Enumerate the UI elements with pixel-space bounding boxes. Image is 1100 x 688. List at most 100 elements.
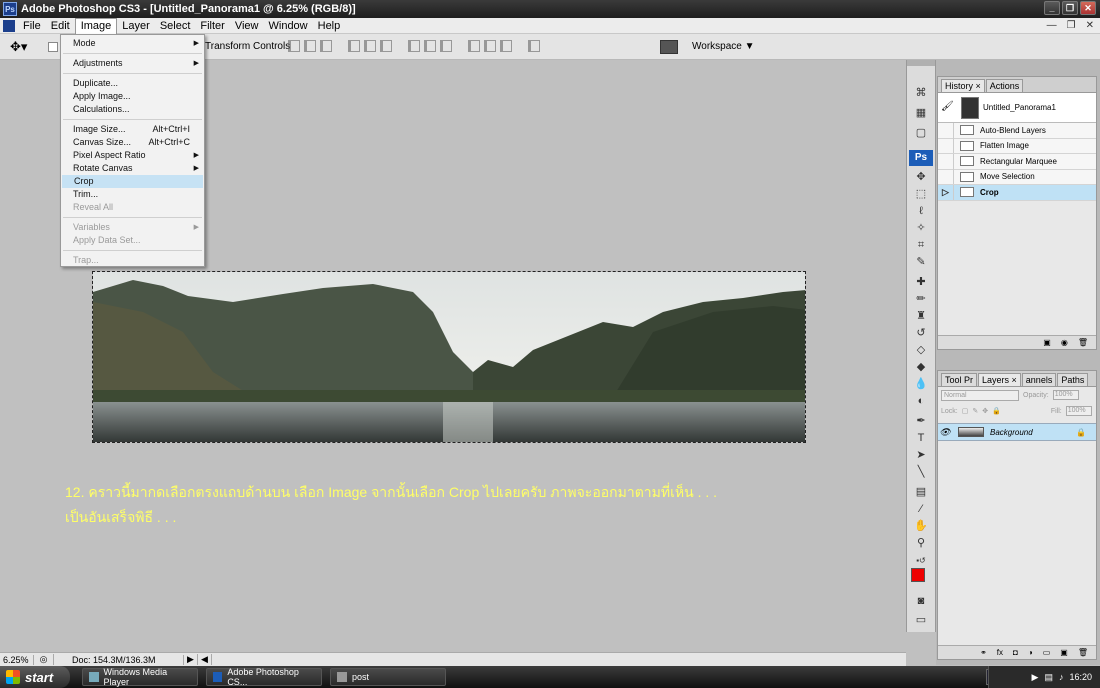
magic-wand-tool-icon[interactable]: ✧ <box>913 221 929 235</box>
task-media-player[interactable]: Windows Media Player <box>82 667 198 687</box>
menu-item-pixel-aspect-ratio[interactable]: Pixel Aspect Ratio ▶ <box>61 149 204 162</box>
tray-network-icon[interactable]: ▤ <box>1044 672 1053 683</box>
fill-field[interactable]: 100% <box>1065 406 1092 416</box>
menu-item-apply-image[interactable]: Apply Image... <box>61 90 204 103</box>
menu-filter[interactable]: Filter <box>195 18 229 34</box>
history-brush-source-box[interactable] <box>938 169 954 185</box>
menu-item-image-size[interactable]: Image Size... Alt+Ctrl+I <box>61 123 204 136</box>
delete-state-icon[interactable]: 🗑 <box>1078 338 1088 347</box>
align-hcenter-icon[interactable] <box>364 40 376 52</box>
eyedropper-tool-icon[interactable]: ⁄ <box>913 502 929 516</box>
lock-image-icon[interactable]: ✎ <box>972 407 978 415</box>
layer-mask-icon[interactable]: ◘ <box>1013 648 1018 657</box>
line-tool-icon[interactable]: ╲ <box>913 465 929 479</box>
menu-select[interactable]: Select <box>155 18 196 34</box>
menu-item-rotate-canvas[interactable]: Rotate Canvas ▶ <box>61 162 204 175</box>
new-snapshot-icon[interactable]: ◉ <box>1061 338 1068 347</box>
tray-volume-icon[interactable]: ♪ <box>1059 672 1064 682</box>
workspace-menu[interactable]: Workspace ▼ <box>692 41 755 52</box>
align-vcenter-icon[interactable] <box>304 40 316 52</box>
zoom-icon[interactable]: ◎ <box>34 654 54 665</box>
healing-brush-tool-icon[interactable]: ✚ <box>913 275 929 289</box>
slice-tool-icon[interactable]: ✎ <box>913 255 929 269</box>
history-state[interactable]: Flatten Image <box>938 138 1096 154</box>
blend-mode-select[interactable]: Normal <box>941 389 1019 401</box>
layer-row-background[interactable]: 👁 Background 🔒 <box>938 423 1096 441</box>
tab-layers[interactable]: Layers × <box>978 373 1021 386</box>
auto-select-checkbox[interactable] <box>48 42 58 52</box>
align-top-icon[interactable] <box>288 40 300 52</box>
tab-actions[interactable]: Actions <box>985 79 1024 92</box>
doc-minimize-icon[interactable]: — <box>1047 20 1057 31</box>
history-state[interactable]: Rectangular Marquee <box>938 153 1096 170</box>
tab-paths[interactable]: Paths <box>1057 373 1089 386</box>
screen-mode-icon[interactable]: ▭ <box>913 613 929 627</box>
move-tool-icon[interactable]: ✥ <box>913 170 929 184</box>
quick-mask-icon[interactable]: ◙ <box>913 594 929 608</box>
hand-tool-icon[interactable]: ✋ <box>913 519 929 533</box>
tab-history[interactable]: History × <box>941 79 985 92</box>
brush-tool-icon[interactable]: ✏ <box>913 292 929 306</box>
panel-tool-icon[interactable]: ▢ <box>913 126 929 140</box>
doc-restore-icon[interactable]: ❐ <box>1067 20 1076 31</box>
align-bottom-icon[interactable] <box>320 40 332 52</box>
menu-item-crop[interactable]: Crop <box>62 175 203 188</box>
history-snapshot[interactable]: 🖌 Untitled_Panorama1 <box>938 93 1096 123</box>
close-button[interactable]: ✕ <box>1080 1 1096 15</box>
history-brush-source-box[interactable]: ▷ <box>938 184 954 200</box>
status-menu-arrow-icon[interactable]: ▶ <box>184 654 198 665</box>
clone-stamp-tool-icon[interactable]: ♜ <box>913 309 929 323</box>
pen-tool-icon[interactable]: ✒ <box>913 414 929 428</box>
tab-channels[interactable]: annels <box>1021 373 1057 386</box>
menu-item-duplicate[interactable]: Duplicate... <box>61 77 204 90</box>
document-icon[interactable] <box>3 19 15 32</box>
distribute-left-icon[interactable] <box>468 40 480 52</box>
paint-bucket-tool-icon[interactable]: ◆ <box>913 360 929 374</box>
visibility-eye-icon[interactable]: 👁 <box>938 427 952 438</box>
history-brush-source-box[interactable] <box>938 153 954 169</box>
scroll-left-icon[interactable]: ◀ <box>198 654 212 665</box>
bridge-icon[interactable] <box>660 40 678 54</box>
new-document-from-state-icon[interactable]: ▣ <box>1043 338 1051 347</box>
clock[interactable]: 16:20 <box>1069 672 1092 682</box>
transform-controls-label[interactable]: Transform Controls <box>205 41 290 52</box>
link-layers-icon[interactable]: ⚭ <box>980 648 987 657</box>
distribute-right-icon[interactable] <box>500 40 512 52</box>
distribute-top-icon[interactable] <box>408 40 420 52</box>
distribute-hcenter-icon[interactable] <box>484 40 496 52</box>
marquee-tool-icon[interactable]: ⬚ <box>913 187 929 201</box>
task-photoshop[interactable]: Adobe Photoshop CS... <box>206 667 322 687</box>
menu-file[interactable]: File <box>18 18 46 34</box>
history-brush-source-box[interactable] <box>938 122 954 138</box>
eraser-tool-icon[interactable]: ◇ <box>913 343 929 357</box>
menu-item-calculations[interactable]: Calculations... <box>61 103 204 116</box>
lock-position-icon[interactable]: ✥ <box>982 407 988 415</box>
foreground-color-swatch[interactable] <box>911 568 925 582</box>
adjustment-layer-icon[interactable]: ◑ <box>1028 648 1033 657</box>
minimize-button[interactable]: _ <box>1044 1 1060 15</box>
auto-align-icon[interactable] <box>528 40 540 52</box>
type-tool-icon[interactable]: T <box>913 431 929 445</box>
move-tool-preset-icon[interactable]: ✥▾ <box>10 39 36 55</box>
layer-style-icon[interactable]: fx <box>997 648 1003 657</box>
menu-item-adjustments[interactable]: Adjustments ▶ <box>61 57 204 70</box>
menu-window[interactable]: Window <box>264 18 313 34</box>
delete-layer-icon[interactable]: 🗑 <box>1078 648 1088 657</box>
blur-tool-icon[interactable]: 💧 <box>913 377 929 391</box>
lock-transparent-icon[interactable]: ▢ <box>962 407 969 415</box>
history-state[interactable]: Auto-Blend Layers <box>938 122 1096 139</box>
distribute-bottom-icon[interactable] <box>440 40 452 52</box>
panorama-image[interactable] <box>92 271 806 443</box>
menu-image[interactable]: Image <box>74 17 118 34</box>
menu-item-canvas-size[interactable]: Canvas Size... Alt+Ctrl+C <box>61 136 204 149</box>
history-brush-tool-icon[interactable]: ↺ <box>913 326 929 340</box>
grid-tool-icon[interactable]: ▦ <box>913 106 929 120</box>
zoom-level[interactable]: 6.25% <box>0 654 34 665</box>
swap-colors-icon[interactable]: ▪↺ <box>913 554 929 568</box>
history-state[interactable]: ▷ Crop <box>938 184 1096 201</box>
history-brush-source-box[interactable] <box>938 138 954 154</box>
doc-close-icon[interactable]: ✕ <box>1086 20 1094 31</box>
menu-help[interactable]: Help <box>313 18 346 34</box>
tray-media-icon[interactable]: ▶ <box>1032 672 1039 683</box>
dodge-tool-icon[interactable]: ◐ <box>913 394 929 408</box>
